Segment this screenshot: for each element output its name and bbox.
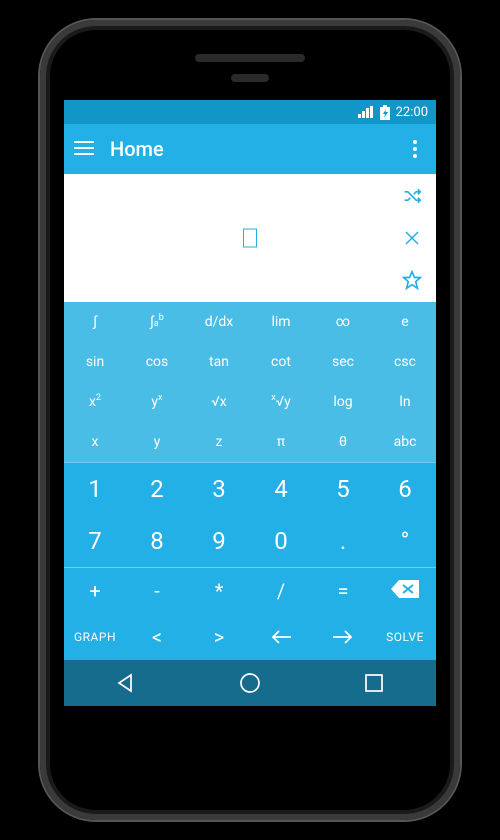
key-minus[interactable]: - (126, 568, 188, 614)
android-nav-bar (64, 660, 436, 706)
key-sin[interactable]: sin (64, 342, 126, 382)
key-derivative[interactable]: d/dx (188, 302, 250, 342)
key-sqrt[interactable]: √x (188, 382, 250, 422)
earpiece (195, 54, 305, 62)
key-divide[interactable]: / (250, 568, 312, 614)
signal-icon (358, 106, 374, 118)
key-limit[interactable]: lim (250, 302, 312, 342)
expression-display[interactable] (64, 174, 436, 302)
key-greater-than[interactable]: > (188, 614, 250, 660)
hamburger-icon[interactable] (74, 140, 94, 159)
key-ln[interactable]: ln (374, 382, 436, 422)
key-4[interactable]: 4 (250, 463, 312, 515)
nav-back-button[interactable] (96, 668, 156, 698)
backspace-icon (391, 579, 419, 603)
arrow-left-icon (270, 625, 292, 649)
nav-recent-button[interactable] (344, 668, 404, 698)
battery-icon (380, 105, 390, 120)
key-abc[interactable]: abc (374, 422, 436, 462)
key-8[interactable]: 8 (126, 515, 188, 567)
key-y-to-x[interactable]: yx (126, 382, 188, 422)
key-graph[interactable]: GRAPH (64, 614, 126, 660)
key-plus[interactable]: + (64, 568, 126, 614)
key-integral[interactable]: ∫ (64, 302, 126, 342)
key-0[interactable]: 0 (250, 515, 312, 567)
number-key-panel: 1 2 3 4 5 6 7 8 9 0 . ° (64, 462, 436, 568)
key-log[interactable]: log (312, 382, 374, 422)
key-var-y[interactable]: y (126, 422, 188, 462)
key-backspace[interactable] (374, 568, 436, 614)
key-e[interactable]: e (374, 302, 436, 342)
key-solve[interactable]: SOLVE (374, 614, 436, 660)
key-3[interactable]: 3 (188, 463, 250, 515)
key-tan[interactable]: tan (188, 342, 250, 382)
status-bar: 22:00 (64, 100, 436, 124)
cursor-icon (243, 229, 257, 248)
display-side-actions (398, 182, 426, 294)
key-7[interactable]: 7 (64, 515, 126, 567)
key-less-than[interactable]: < (126, 614, 188, 660)
key-infinity[interactable]: ∞ (312, 302, 374, 342)
key-dot[interactable]: . (312, 515, 374, 567)
key-5[interactable]: 5 (312, 463, 374, 515)
key-multiply[interactable]: * (188, 568, 250, 614)
key-csc[interactable]: csc (374, 342, 436, 382)
key-2[interactable]: 2 (126, 463, 188, 515)
close-icon[interactable] (398, 224, 426, 252)
sensor-bar (231, 74, 269, 82)
key-def-integral[interactable]: ∫ab (126, 302, 188, 342)
key-1[interactable]: 1 (64, 463, 126, 515)
key-cos[interactable]: cos (126, 342, 188, 382)
star-icon[interactable] (398, 266, 426, 294)
page-title: Home (110, 137, 164, 161)
key-cot[interactable]: cot (250, 342, 312, 382)
screen: 22:00 Home (64, 100, 436, 740)
key-var-x[interactable]: x (64, 422, 126, 462)
key-sec[interactable]: sec (312, 342, 374, 382)
nav-home-button[interactable] (220, 668, 280, 698)
key-6[interactable]: 6 (374, 463, 436, 515)
key-cursor-right[interactable] (312, 614, 374, 660)
status-time: 22:00 (396, 105, 428, 120)
key-cursor-left[interactable] (250, 614, 312, 660)
arrow-right-icon (332, 625, 354, 649)
key-theta[interactable]: θ (312, 422, 374, 462)
key-var-z[interactable]: z (188, 422, 250, 462)
app-bar: Home (64, 124, 436, 174)
shuffle-icon[interactable] (398, 182, 426, 210)
key-equals[interactable]: = (312, 568, 374, 614)
operator-key-panel: + - * / = GRAPH < > (64, 568, 436, 660)
key-nth-root[interactable]: x√y (250, 382, 312, 422)
key-9[interactable]: 9 (188, 515, 250, 567)
function-key-panel: ∫ ∫ab d/dx lim ∞ e sin cos tan cot sec c… (64, 302, 436, 462)
phone-frame: 22:00 Home (40, 20, 460, 820)
overflow-menu-button[interactable] (404, 134, 426, 164)
key-pi[interactable]: π (250, 422, 312, 462)
key-x-squared[interactable]: x2 (64, 382, 126, 422)
key-degree[interactable]: ° (374, 515, 436, 567)
